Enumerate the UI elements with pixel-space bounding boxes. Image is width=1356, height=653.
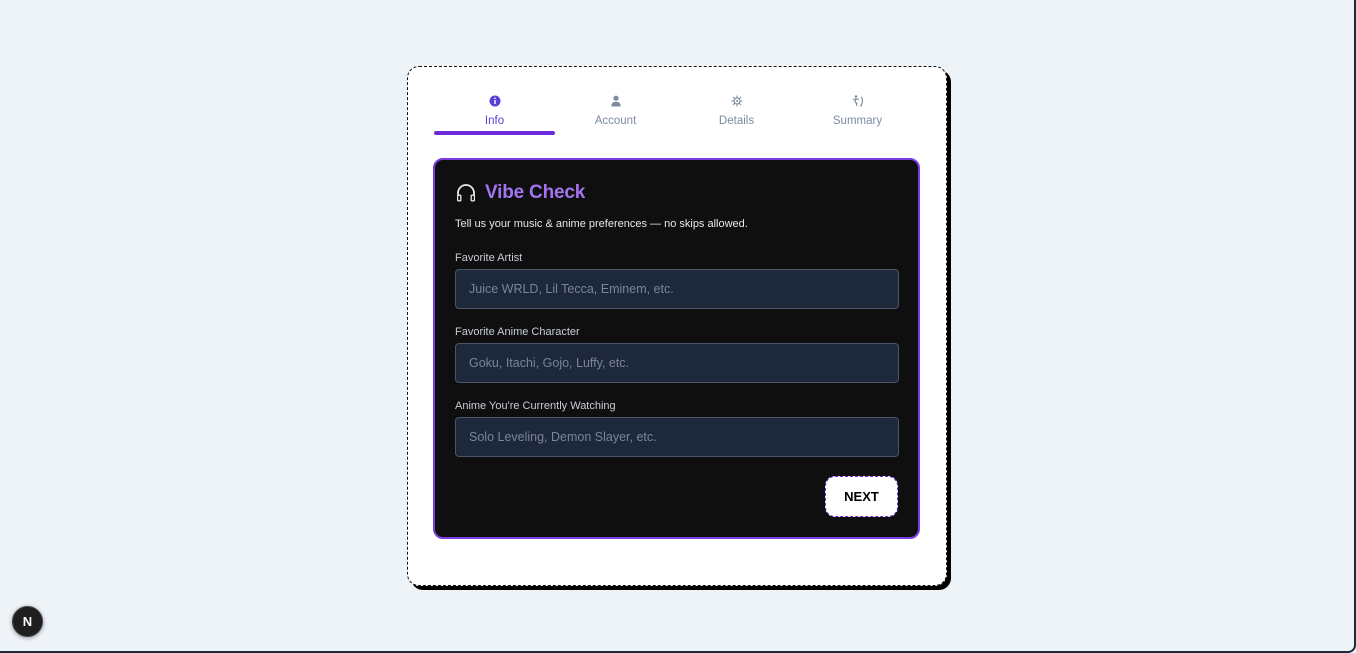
favorite-artist-input[interactable] bbox=[455, 269, 899, 309]
tab-account[interactable]: Account bbox=[555, 91, 676, 135]
skater-icon bbox=[852, 95, 863, 107]
virus-icon bbox=[731, 95, 742, 107]
tab-label-account: Account bbox=[594, 115, 637, 127]
user-icon bbox=[610, 95, 621, 107]
panel-subtitle: Tell us your music & anime preferences —… bbox=[455, 218, 748, 230]
tab-label-info: Info bbox=[484, 115, 505, 127]
favorite-character-label: Favorite Anime Character bbox=[455, 326, 580, 338]
currently-watching-input[interactable] bbox=[455, 417, 899, 457]
favorite-artist-label: Favorite Artist bbox=[455, 252, 523, 264]
vibe-check-panel: Vibe Check Tell us your music & anime pr… bbox=[433, 158, 920, 539]
panel-header: Vibe Check bbox=[455, 180, 898, 206]
panel-title: Vibe Check bbox=[485, 182, 586, 203]
tab-details[interactable]: Details bbox=[676, 91, 797, 135]
browser-viewport: Info Account Details Summary Vibe Check … bbox=[0, 0, 1356, 653]
info-icon bbox=[489, 95, 500, 107]
headphones-icon bbox=[457, 184, 475, 202]
tab-label-summary: Summary bbox=[832, 115, 883, 127]
form-card: Info Account Details Summary Vibe Check … bbox=[407, 66, 947, 586]
dev-badge-label: N bbox=[22, 614, 33, 629]
currently-watching-label: Anime You're Currently Watching bbox=[455, 400, 616, 412]
tab-label-details: Details bbox=[718, 115, 755, 127]
tab-info[interactable]: Info bbox=[434, 91, 555, 135]
tab-summary[interactable]: Summary bbox=[797, 91, 918, 135]
favorite-character-input[interactable] bbox=[455, 343, 899, 383]
active-tab-indicator bbox=[434, 131, 555, 135]
next-button[interactable]: NEXT bbox=[825, 476, 898, 517]
nextjs-dev-indicator-icon[interactable]: N bbox=[12, 606, 43, 637]
step-tabs: Info Account Details Summary bbox=[434, 91, 918, 135]
